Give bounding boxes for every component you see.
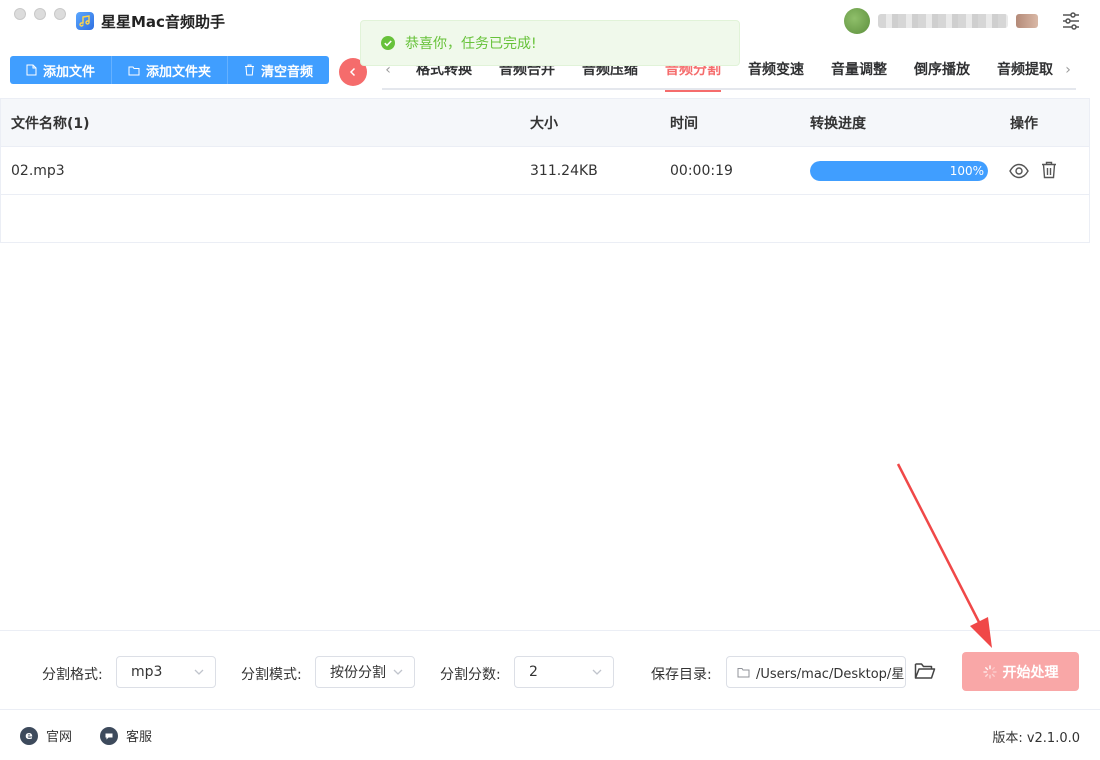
check-circle-icon [381,36,395,50]
tabs-scroll-right-icon[interactable]: › [1062,62,1074,78]
chevron-down-icon [194,669,204,675]
file-toolbar: 添加文件 添加文件夹 清空音频 [10,56,330,84]
header-progress: 转换进度 [810,115,866,132]
progress-label: 100% [949,163,984,178]
username-blurred [878,14,1008,28]
save-dir-input[interactable]: /Users/mac/Desktop/星 [726,656,906,688]
username-blurred-end [1016,14,1038,28]
table-row[interactable]: 02.mp3 311.24KB 00:00:19 100% [1,147,1089,195]
ie-browser-icon: e [20,726,38,745]
header-size: 大小 [530,115,558,132]
chevron-down-icon [592,669,602,675]
header-ops: 操作 [1010,115,1038,132]
cell-file-name: 02.mp3 [11,162,65,179]
trash-icon [245,64,255,76]
header-time: 时间 [670,115,698,132]
add-folder-button[interactable]: 添加文件夹 [112,56,229,84]
split-settings-panel: 分割格式: mp3 分割模式: 按份分割 分割分数: 2 保存目录: /User… [0,630,1100,710]
app-title: 星星Mac音频助手 [101,13,225,31]
split-mode-select[interactable]: 按份分割 [315,656,415,688]
maximize-window-button[interactable] [54,8,66,20]
open-folder-icon[interactable] [914,661,936,681]
settings-sliders-icon[interactable] [1062,12,1080,30]
table-header: 文件名称(1) 大小 时间 转换进度 操作 [1,99,1089,147]
header-file-name: 文件名称(1) [11,115,90,132]
app-logo-icon [76,12,94,30]
tab-audio-extract[interactable]: 音频提取 [997,56,1053,90]
customer-service-link[interactable]: 客服 [100,726,152,745]
user-profile[interactable] [844,8,1038,34]
progress-bar: 100% [810,160,988,181]
delete-trash-icon[interactable] [1039,160,1059,180]
window-controls [14,8,66,20]
progress-bar-fill: 100% [810,160,988,181]
folder-icon [737,667,750,677]
save-dir-label: 保存目录: [651,667,712,683]
cell-time: 00:00:19 [670,162,733,179]
clear-audio-button[interactable]: 清空音频 [228,56,330,84]
avatar[interactable] [844,8,870,34]
folder-icon [128,66,140,75]
tab-reverse-play[interactable]: 倒序播放 [914,56,970,90]
start-process-button[interactable]: 开始处理 [962,652,1079,691]
footer: e 官网 客服 版本: v2.1.0.0 [0,711,1100,760]
file-table: 文件名称(1) 大小 时间 转换进度 操作 02.mp3 311.24KB 00… [0,98,1090,243]
version-label: 版本: v2.1.0.0 [992,731,1080,746]
split-mode-label: 分割模式: [241,667,302,683]
tab-audio-speed[interactable]: 音频变速 [748,56,804,90]
split-count-select[interactable]: 2 [514,656,614,688]
table-empty-row [1,195,1089,242]
split-count-label: 分割分数: [440,667,501,683]
chevron-left-icon [349,67,356,77]
split-format-label: 分割格式: [42,667,103,683]
official-website-link[interactable]: e 官网 [20,726,72,745]
loading-spinner-icon [982,664,997,679]
split-format-select[interactable]: mp3 [116,656,216,688]
toast-message: 恭喜你，任务已完成! [405,36,537,52]
cell-size: 311.24KB [530,162,598,179]
tab-volume-adjust[interactable]: 音量调整 [831,56,887,90]
preview-eye-icon[interactable] [1009,161,1029,181]
chat-bubble-icon [100,726,118,745]
chevron-down-icon [393,669,403,675]
success-toast: 恭喜你，任务已完成! [360,20,740,66]
file-icon [26,64,37,76]
add-file-button[interactable]: 添加文件 [10,56,113,84]
minimize-window-button[interactable] [34,8,46,20]
close-window-button[interactable] [14,8,26,20]
